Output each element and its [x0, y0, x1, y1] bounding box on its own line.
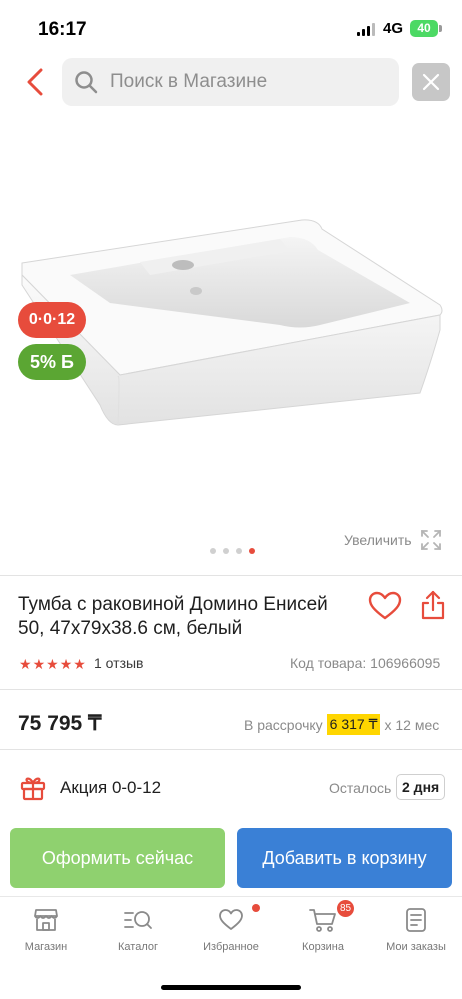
- heart-icon: [368, 591, 402, 620]
- home-indicator: [161, 985, 301, 990]
- nav-item-favorites[interactable]: Избранное: [185, 904, 277, 953]
- search-input[interactable]: Поиск в Магазине: [62, 58, 399, 106]
- star-icon: ★: [19, 656, 32, 672]
- divider: [0, 689, 462, 690]
- gallery-dot[interactable]: [223, 548, 229, 554]
- bonus-badge: 5% Б: [18, 344, 86, 380]
- buy-now-button[interactable]: Оформить сейчас: [10, 828, 225, 888]
- close-icon: [422, 73, 440, 91]
- share-button[interactable]: [420, 589, 446, 621]
- installment-prefix: В рассрочку: [244, 716, 323, 733]
- installment-amount: 6 317 ₸: [326, 714, 381, 735]
- promotion-label: Акция 0-0-12: [60, 778, 162, 797]
- star-icon: ★: [59, 656, 73, 672]
- promotion-remaining-label: Осталось: [329, 780, 392, 796]
- zoom-label: Увеличить: [344, 532, 412, 548]
- status-bar: 16:17 4G 40: [0, 0, 462, 52]
- gallery-pagination[interactable]: [210, 548, 262, 554]
- nav-item-cart[interactable]: 85 Корзина: [277, 900, 369, 953]
- promotion-remaining-value: 2 дня: [396, 774, 446, 800]
- product-title: Тумба с раковиной Домино Енисей 50, 47х7…: [18, 594, 328, 639]
- orders-icon: [406, 908, 426, 932]
- gallery-dot[interactable]: [236, 548, 242, 554]
- nav-label: Мои заказы: [386, 941, 446, 953]
- nav-item-catalog[interactable]: Каталог: [92, 907, 184, 953]
- notification-dot: [252, 904, 260, 912]
- nav-item-orders[interactable]: Мои заказы: [370, 907, 462, 953]
- catalog-search-icon: [124, 911, 152, 929]
- expand-icon: [420, 530, 441, 550]
- installment-suffix: х 12 мес: [384, 716, 440, 733]
- battery-tip: [439, 25, 442, 32]
- signal-icon: [357, 23, 375, 36]
- gallery-dot-active[interactable]: [249, 548, 255, 554]
- promotion-row[interactable]: Акция 0-0-12 Осталось 2 дня: [0, 762, 462, 814]
- status-time: 16:17: [38, 19, 87, 40]
- battery-icon: 40: [410, 20, 438, 37]
- star-icon: ★: [32, 656, 46, 672]
- nav-label: Каталог: [118, 941, 158, 953]
- chevron-left-icon: [27, 68, 43, 96]
- installment-info[interactable]: В рассрочку 6 317 ₸ х 12 мес: [244, 714, 439, 735]
- rating-stars: ★ ★ ★ ★ ★: [19, 656, 87, 673]
- nav-label: Корзина: [302, 941, 344, 953]
- product-price: 75 795 ₸: [18, 712, 102, 735]
- heart-icon: [219, 909, 243, 930]
- gift-icon: [20, 777, 46, 801]
- bottom-navigation: Магазин Каталог Избранное 85 Корзина Мои…: [0, 896, 462, 999]
- close-search-button[interactable]: [412, 63, 450, 101]
- divider: [0, 575, 462, 576]
- network-label: 4G: [383, 20, 404, 37]
- product-sku: Код товара: 106966095: [290, 655, 441, 671]
- search-icon: [75, 71, 98, 94]
- gallery-dot[interactable]: [210, 548, 216, 554]
- search-placeholder: Поиск в Магазине: [110, 71, 268, 92]
- cart-icon: [309, 909, 336, 932]
- nav-label: Избранное: [203, 941, 259, 953]
- divider: [0, 749, 462, 750]
- add-to-cart-button[interactable]: Добавить в корзину: [237, 828, 452, 888]
- star-icon: ★: [73, 656, 86, 672]
- star-icon: ★: [46, 656, 59, 672]
- favorite-button[interactable]: [368, 591, 402, 621]
- share-icon: [421, 590, 445, 620]
- nav-item-shop[interactable]: Магазин: [0, 907, 92, 953]
- reviews-link[interactable]: 1 отзыв: [94, 655, 144, 671]
- nav-label: Магазин: [24, 941, 68, 953]
- zoom-button[interactable]: Увеличить: [344, 529, 442, 551]
- shop-icon: [34, 909, 58, 931]
- cart-count-badge: 85: [337, 900, 355, 917]
- installment-promo-badge: 0·0·12: [18, 302, 86, 338]
- back-button[interactable]: [20, 62, 50, 102]
